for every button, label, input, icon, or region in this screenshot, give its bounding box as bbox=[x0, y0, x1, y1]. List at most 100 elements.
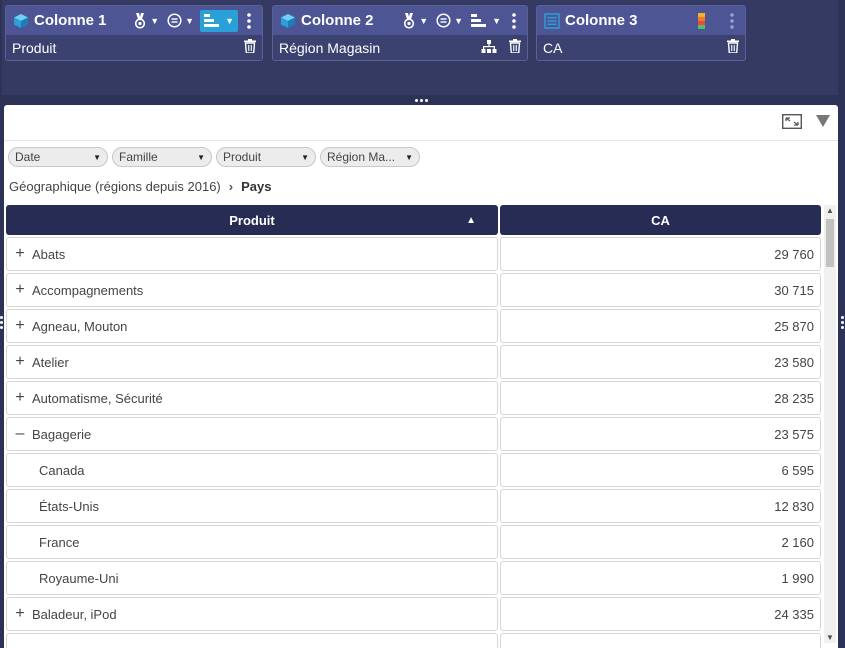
caret-down-icon: ▼ bbox=[492, 15, 501, 26]
row-label: Baladeur, iPod bbox=[32, 606, 117, 622]
filter-chip-famille[interactable]: Famille ▼ bbox=[112, 147, 212, 167]
filter-chip-label: Famille bbox=[119, 150, 158, 164]
equals-circle-icon bbox=[436, 13, 451, 28]
more-options-icon[interactable] bbox=[507, 12, 521, 29]
column-field-name: Région Magasin bbox=[279, 39, 381, 56]
row-label-cell[interactable]: France bbox=[6, 525, 498, 559]
breadcrumb-root[interactable]: Géographique (régions depuis 2016) bbox=[9, 179, 221, 194]
more-options-icon[interactable] bbox=[242, 12, 256, 29]
expand-plus-icon[interactable]: + bbox=[13, 606, 27, 622]
collapse-minus-icon[interactable]: – bbox=[13, 426, 27, 442]
expand-plus-icon[interactable]: + bbox=[13, 354, 27, 370]
color-scale-icon bbox=[698, 12, 705, 29]
row-label: Atelier bbox=[32, 354, 69, 370]
column-field-row: Produit bbox=[6, 35, 262, 60]
row-label-cell[interactable]: + Agneau, Mouton bbox=[6, 309, 498, 343]
row-label: Agneau, Mouton bbox=[32, 318, 128, 334]
value-cell: 23 580 bbox=[500, 345, 821, 379]
row-label: États-Unis bbox=[39, 498, 99, 514]
row-label-cell[interactable]: Royaume-Uni bbox=[6, 561, 498, 595]
column-card-3[interactable]: Colonne 3 CA bbox=[536, 5, 746, 61]
expand-plus-icon[interactable]: + bbox=[13, 318, 27, 334]
table-row: + Baladeur, iPod 24 335 bbox=[6, 597, 821, 631]
chevron-right-icon: › bbox=[228, 179, 234, 194]
table-row-child: Canada 6 595 bbox=[6, 453, 821, 487]
column-header-ca[interactable]: CA bbox=[500, 205, 821, 235]
table-row-child: France 2 160 bbox=[6, 525, 821, 559]
column-field-name: Produit bbox=[12, 39, 57, 56]
value-cell: 23 575 bbox=[500, 417, 821, 451]
hierarchy-icon[interactable] bbox=[481, 39, 497, 56]
caret-down-icon: ▼ bbox=[150, 15, 160, 26]
sort-ascending-icon[interactable]: ▲ bbox=[466, 215, 476, 226]
table-row-child: États-Unis 12 830 bbox=[6, 489, 821, 523]
color-scale-button[interactable] bbox=[696, 10, 707, 32]
filter-bar: Date ▼ Famille ▼ Produit ▼ Région Ma... … bbox=[4, 141, 838, 174]
filter-chip-label: Produit bbox=[223, 150, 262, 164]
row-label-cell[interactable]: + Baladeur, iPod bbox=[6, 597, 498, 631]
fullscreen-icon[interactable] bbox=[781, 113, 803, 132]
pivot-panel: Date ▼ Famille ▼ Produit ▼ Région Ma... … bbox=[4, 105, 838, 648]
column-card-header: Colonne 1 ▼ ▼ ▼ bbox=[6, 6, 262, 35]
column-card-header: Colonne 3 bbox=[537, 6, 745, 35]
filter-equals-dropdown[interactable]: ▼ bbox=[165, 10, 196, 32]
scroll-down-icon[interactable]: ▼ bbox=[824, 633, 836, 642]
column-card-2[interactable]: Colonne 2 ▼ ▼ ▼ Région Magasin bbox=[272, 5, 528, 61]
scroll-up-icon[interactable]: ▲ bbox=[824, 206, 836, 215]
right-resize-handle[interactable] bbox=[841, 316, 844, 329]
resize-handle[interactable] bbox=[413, 96, 429, 104]
more-options-icon[interactable] bbox=[725, 12, 739, 29]
row-label-cell[interactable]: – Bagagerie bbox=[6, 417, 498, 451]
caret-down-icon: ▼ bbox=[93, 152, 101, 162]
ranking-medal-dropdown[interactable]: ▼ bbox=[400, 10, 430, 32]
table-header: Produit ▲ CA bbox=[6, 205, 821, 235]
row-label: Automatisme, Sécurité bbox=[32, 390, 163, 406]
trash-icon[interactable] bbox=[244, 39, 256, 56]
expand-plus-icon[interactable]: + bbox=[13, 246, 27, 262]
table-row: – Bagagerie 23 575 bbox=[6, 417, 821, 451]
caret-down-icon: ▼ bbox=[405, 152, 413, 162]
left-resize-handle[interactable] bbox=[0, 316, 3, 329]
column-title: Colonne 2 bbox=[301, 12, 374, 29]
ranking-medal-dropdown[interactable]: ▼ bbox=[131, 10, 161, 32]
filter-equals-dropdown[interactable]: ▼ bbox=[434, 10, 465, 32]
row-label-cell[interactable]: + Atelier bbox=[6, 345, 498, 379]
medal-icon bbox=[404, 12, 415, 29]
filter-chip-date[interactable]: Date ▼ bbox=[8, 147, 108, 167]
table-row: + Accompagnements 30 715 bbox=[6, 273, 821, 307]
column-card-1[interactable]: Colonne 1 ▼ ▼ ▼ Produit bbox=[5, 5, 263, 61]
row-label-cell[interactable]: + Accompagnements bbox=[6, 273, 498, 307]
row-label-cell[interactable]: Canada bbox=[6, 453, 498, 487]
row-label-cell[interactable]: + Abats bbox=[6, 237, 498, 271]
vertical-scrollbar[interactable]: ▲ ▼ bbox=[824, 205, 836, 643]
caret-down-icon: ▼ bbox=[454, 15, 464, 26]
caret-down-icon: ▼ bbox=[301, 152, 309, 162]
row-label-cell[interactable]: États-Unis bbox=[6, 489, 498, 523]
filter-chip-produit[interactable]: Produit ▼ bbox=[216, 147, 316, 167]
caret-down-icon: ▼ bbox=[419, 15, 429, 26]
column-title: Colonne 1 bbox=[34, 12, 107, 29]
row-label-cell[interactable] bbox=[6, 633, 498, 648]
column-header-produit[interactable]: Produit ▲ bbox=[6, 205, 498, 235]
breadcrumb-current: Pays bbox=[241, 179, 272, 194]
row-label-cell[interactable]: + Automatisme, Sécurité bbox=[6, 381, 498, 415]
caret-down-icon: ▼ bbox=[225, 15, 234, 26]
sort-bars-dropdown[interactable]: ▼ bbox=[469, 10, 503, 32]
trash-icon[interactable] bbox=[727, 39, 739, 56]
cube-icon bbox=[13, 13, 29, 29]
panel-filter-icon[interactable] bbox=[816, 115, 830, 130]
filter-chip-region[interactable]: Région Ma... ▼ bbox=[320, 147, 420, 167]
row-label: Abats bbox=[32, 246, 66, 262]
column-card-header: Colonne 2 ▼ ▼ ▼ bbox=[273, 6, 527, 35]
pivot-table: Produit ▲ CA + Abats 29 760 + Accompagneme… bbox=[6, 205, 821, 648]
scrollbar-thumb[interactable] bbox=[826, 219, 834, 267]
value-cell: 29 760 bbox=[500, 237, 821, 271]
value-cell: 2 160 bbox=[500, 525, 821, 559]
expand-plus-icon[interactable]: + bbox=[13, 282, 27, 298]
trash-icon[interactable] bbox=[509, 39, 521, 56]
cube-icon bbox=[280, 13, 296, 29]
expand-plus-icon[interactable]: + bbox=[13, 390, 27, 406]
value-cell: 30 715 bbox=[500, 273, 821, 307]
sort-bars-dropdown[interactable]: ▼ bbox=[200, 9, 238, 32]
sort-bars-icon bbox=[204, 13, 220, 27]
